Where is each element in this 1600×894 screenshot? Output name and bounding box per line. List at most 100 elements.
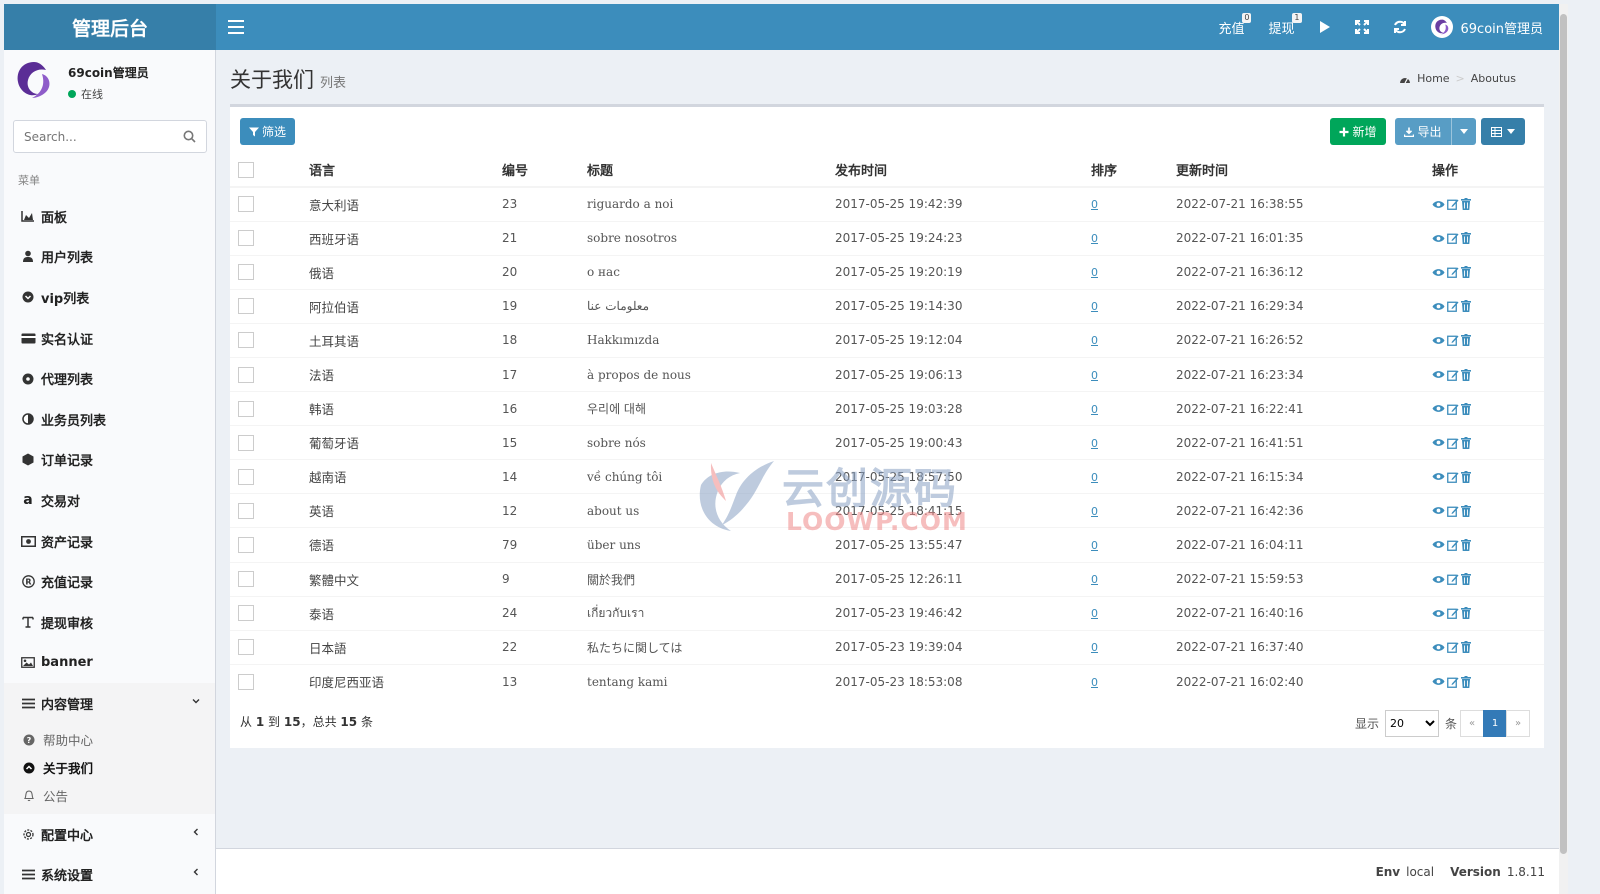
- row-checkbox[interactable]: [238, 332, 254, 349]
- prev-page-button[interactable]: «: [1460, 710, 1484, 737]
- sort-editable-link[interactable]: 0: [1091, 641, 1098, 654]
- row-checkbox[interactable]: [238, 639, 254, 656]
- sidebar-item-assets[interactable]: 资产记录: [4, 521, 215, 562]
- page-size-select[interactable]: 20: [1385, 710, 1440, 737]
- brand-logo[interactable]: 管理后台: [4, 4, 216, 50]
- view-eye-icon[interactable]: [1432, 234, 1445, 243]
- sidebar-item-orders[interactable]: 订单记录: [4, 440, 215, 481]
- column-header-published[interactable]: 发布时间: [835, 153, 1091, 188]
- admin-menu[interactable]: 69coin管理员: [1419, 4, 1560, 50]
- sort-editable-link[interactable]: 0: [1091, 676, 1098, 689]
- sort-editable-link[interactable]: 0: [1091, 403, 1098, 416]
- sidebar-item-system[interactable]: 系统设置: [4, 854, 215, 894]
- delete-trash-icon[interactable]: [1461, 470, 1471, 483]
- row-checkbox[interactable]: [238, 196, 254, 213]
- edit-icon[interactable]: [1447, 505, 1459, 517]
- row-checkbox[interactable]: [238, 434, 254, 451]
- sort-editable-link[interactable]: 0: [1091, 232, 1098, 245]
- sort-editable-link[interactable]: 0: [1091, 573, 1098, 586]
- column-header-title[interactable]: 标题: [587, 153, 835, 188]
- delete-trash-icon[interactable]: [1461, 538, 1471, 551]
- delete-trash-icon[interactable]: [1461, 675, 1471, 688]
- delete-trash-icon[interactable]: [1461, 607, 1471, 620]
- row-checkbox[interactable]: [238, 536, 254, 553]
- sidebar-item-agents[interactable]: 代理列表: [4, 358, 215, 399]
- sidebar-item-help-center[interactable]: ? 帮助中心: [4, 726, 215, 754]
- search-icon[interactable]: [183, 130, 196, 143]
- edit-icon[interactable]: [1447, 471, 1459, 483]
- sort-editable-link[interactable]: 0: [1091, 471, 1098, 484]
- sidebar-item-about-us[interactable]: 关于我们: [4, 754, 215, 782]
- edit-icon[interactable]: [1447, 539, 1459, 551]
- edit-icon[interactable]: [1447, 607, 1459, 620]
- edit-icon[interactable]: [1447, 641, 1459, 654]
- export-button[interactable]: 导出: [1395, 118, 1451, 145]
- delete-trash-icon[interactable]: [1461, 266, 1471, 279]
- edit-icon[interactable]: [1447, 369, 1459, 381]
- row-checkbox[interactable]: [238, 571, 254, 588]
- view-eye-icon[interactable]: [1432, 609, 1445, 618]
- view-eye-icon[interactable]: [1432, 268, 1445, 277]
- column-header-sort[interactable]: 排序: [1091, 153, 1176, 188]
- edit-icon[interactable]: [1447, 437, 1459, 449]
- sort-editable-link[interactable]: 0: [1091, 539, 1098, 552]
- next-page-button[interactable]: »: [1506, 710, 1530, 737]
- edit-icon[interactable]: [1447, 266, 1459, 279]
- search-input[interactable]: [14, 121, 174, 152]
- edit-icon[interactable]: [1447, 676, 1459, 688]
- view-eye-icon[interactable]: [1432, 643, 1445, 652]
- sidebar-item-config[interactable]: 配置中心: [4, 814, 215, 855]
- row-checkbox[interactable]: [238, 298, 254, 315]
- edit-icon[interactable]: [1447, 334, 1459, 347]
- view-eye-icon[interactable]: [1432, 404, 1445, 413]
- view-eye-icon[interactable]: [1432, 575, 1445, 584]
- filter-button[interactable]: 筛选: [240, 118, 295, 145]
- sidebar-item-banner[interactable]: banner: [4, 643, 215, 684]
- column-header-id[interactable]: 编号: [502, 153, 587, 188]
- delete-trash-icon[interactable]: [1461, 232, 1471, 245]
- delete-trash-icon[interactable]: [1461, 402, 1471, 415]
- edit-icon[interactable]: [1447, 403, 1459, 415]
- sidebar-item-content[interactable]: 内容管理: [4, 683, 215, 724]
- delete-trash-icon[interactable]: [1461, 573, 1471, 586]
- row-checkbox[interactable]: [238, 673, 254, 690]
- sidebar-item-announcement[interactable]: 公告: [4, 782, 215, 810]
- view-eye-icon[interactable]: [1432, 438, 1445, 447]
- breadcrumb-home[interactable]: Home: [1417, 72, 1449, 85]
- fullscreen-icon[interactable]: [1343, 4, 1381, 50]
- view-eye-icon[interactable]: [1432, 506, 1445, 515]
- edit-icon[interactable]: [1447, 300, 1459, 313]
- view-eye-icon[interactable]: [1432, 200, 1445, 209]
- sidebar-item-salesmen[interactable]: 业务员列表: [4, 399, 215, 440]
- view-eye-icon[interactable]: [1432, 540, 1445, 549]
- delete-trash-icon[interactable]: [1461, 334, 1471, 347]
- sidebar-item-pairs[interactable]: a 交易对: [4, 480, 215, 521]
- sort-editable-link[interactable]: 0: [1091, 266, 1098, 279]
- edit-icon[interactable]: [1447, 232, 1459, 245]
- page-button-current[interactable]: 1: [1483, 710, 1507, 737]
- sort-editable-link[interactable]: 0: [1091, 437, 1098, 450]
- sort-editable-link[interactable]: 0: [1091, 505, 1098, 518]
- columns-button[interactable]: [1481, 118, 1525, 145]
- delete-trash-icon[interactable]: [1461, 368, 1471, 381]
- delete-trash-icon[interactable]: [1461, 641, 1471, 654]
- delete-trash-icon[interactable]: [1461, 436, 1471, 449]
- column-header-language[interactable]: 语言: [309, 153, 502, 188]
- view-eye-icon[interactable]: [1432, 370, 1445, 379]
- delete-trash-icon[interactable]: [1461, 198, 1471, 211]
- sort-editable-link[interactable]: 0: [1091, 369, 1098, 382]
- sidebar-toggle-icon[interactable]: [228, 18, 244, 36]
- row-checkbox[interactable]: [238, 468, 254, 485]
- view-eye-icon[interactable]: [1432, 472, 1445, 481]
- row-checkbox[interactable]: [238, 502, 254, 519]
- sort-editable-link[interactable]: 0: [1091, 334, 1098, 347]
- view-eye-icon[interactable]: [1432, 302, 1445, 311]
- view-eye-icon[interactable]: [1432, 336, 1445, 345]
- row-checkbox[interactable]: [238, 366, 254, 383]
- delete-trash-icon[interactable]: [1461, 300, 1471, 313]
- sidebar-item-withdraw-review[interactable]: 提现审核: [4, 602, 215, 643]
- sort-editable-link[interactable]: 0: [1091, 607, 1098, 620]
- column-header-updated[interactable]: 更新时间: [1176, 153, 1432, 188]
- row-checkbox[interactable]: [238, 400, 254, 417]
- export-dropdown-button[interactable]: [1451, 118, 1476, 145]
